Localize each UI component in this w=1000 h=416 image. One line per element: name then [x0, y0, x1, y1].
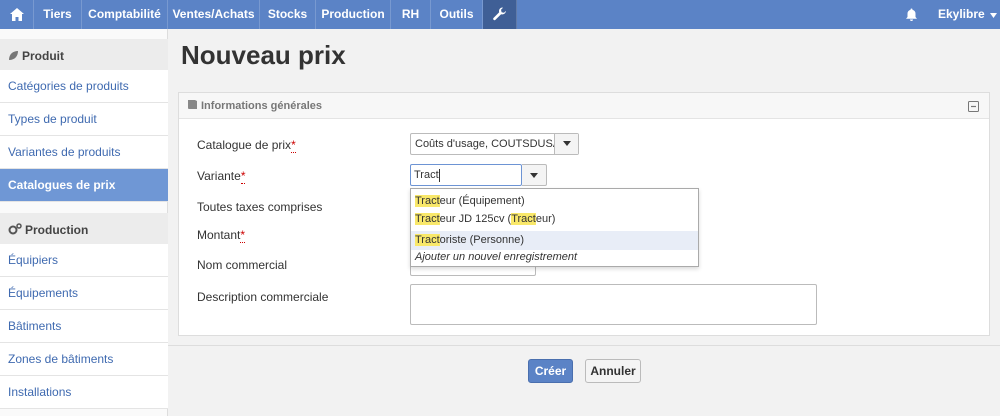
sidebar-section-title: Produit — [22, 49, 64, 63]
catalogue-label: Catalogue de prix* — [197, 138, 296, 153]
catalogue-select[interactable]: Coûts d'usage, COUTSDUSAG — [410, 133, 579, 155]
add-new-record-item[interactable]: Ajouter un nouvel enregistrement — [411, 248, 698, 267]
collapse-icon[interactable] — [968, 101, 979, 112]
home-button[interactable] — [0, 0, 34, 29]
sidebar-item-installations[interactable]: Installations — [0, 376, 168, 409]
nav-comptabilite[interactable]: Comptabilité — [82, 0, 168, 29]
panel-title: Informations générales — [201, 100, 323, 112]
variante-dropdown-button[interactable] — [522, 164, 547, 186]
leaf-icon — [9, 51, 18, 60]
book-icon — [188, 100, 197, 109]
top-navigation-bar: Tiers Comptabilité Ventes/Achats Stocks … — [0, 0, 1000, 29]
sidebar-item-catalogues-prix[interactable]: Catalogues de prix — [0, 169, 168, 202]
settings-button[interactable] — [483, 0, 517, 29]
sidebar-item-equipiers[interactable]: Équipiers — [0, 244, 168, 277]
cancel-button[interactable]: Annuler — [585, 359, 641, 383]
form-actions: Créer Annuler — [168, 345, 1000, 416]
create-button[interactable]: Créer — [528, 359, 573, 383]
bell-icon — [906, 8, 917, 21]
nav-outils[interactable]: Outils — [431, 0, 483, 29]
nav-production[interactable]: Production — [316, 0, 391, 29]
list-item[interactable]: Tracteur JD 125cv (Tracteur) — [411, 210, 698, 229]
sidebar-item-equipements[interactable]: Équipements — [0, 277, 168, 310]
variante-label: Variante* — [197, 169, 246, 184]
gears-icon — [8, 223, 22, 235]
sidebar-item-variantes-produits[interactable]: Variantes de produits — [0, 136, 168, 169]
sidebar-item-categories-produits[interactable]: Catégories de produits — [0, 70, 168, 103]
sidebar-section-title: Production — [25, 223, 89, 237]
page-title: Nouveau prix — [181, 40, 346, 70]
catalogue-dropdown-button[interactable] — [554, 134, 578, 154]
catalogue-value: Coûts d'usage, COUTSDUSAG — [415, 138, 555, 150]
home-icon — [10, 8, 24, 21]
description-label: Description commerciale — [197, 290, 329, 304]
montant-label: Montant* — [197, 228, 246, 243]
nav-ventes-achats[interactable]: Ventes/Achats — [168, 0, 260, 29]
user-name: Ekylibre — [938, 7, 985, 21]
caret-down-icon — [990, 13, 998, 18]
caret-down-icon — [563, 141, 571, 146]
user-menu[interactable]: Ekylibre — [938, 0, 1000, 29]
wrench-icon — [493, 7, 506, 21]
sidebar: Produit Catégories de produits Types de … — [0, 29, 168, 416]
sidebar-item-zones-batiments[interactable]: Zones de bâtiments — [0, 343, 168, 376]
ttc-label: Toutes taxes comprises — [197, 200, 323, 214]
text-cursor — [439, 169, 440, 182]
variante-autocomplete-list: Tracteur (Équipement) Tracteur JD 125cv … — [410, 188, 699, 267]
list-item[interactable]: Tracteur (Équipement) — [411, 192, 698, 211]
caret-down-icon — [530, 173, 538, 178]
nav-stocks[interactable]: Stocks — [260, 0, 316, 29]
sidebar-item-types-produit[interactable]: Types de produit — [0, 103, 168, 136]
variante-value: Tract — [414, 169, 439, 181]
notifications-button[interactable] — [902, 0, 922, 29]
sidebar-section-production: Production — [0, 213, 168, 248]
nav-rh[interactable]: RH — [391, 0, 431, 29]
sidebar-section-produit: Produit — [0, 39, 168, 74]
variante-input[interactable]: Tract — [410, 164, 522, 186]
nav-tiers[interactable]: Tiers — [34, 0, 82, 29]
panel-header[interactable]: Informations générales — [179, 93, 989, 119]
nom-commercial-label: Nom commercial — [197, 258, 288, 272]
sidebar-item-batiments[interactable]: Bâtiments — [0, 310, 168, 343]
description-textarea[interactable] — [410, 284, 817, 325]
